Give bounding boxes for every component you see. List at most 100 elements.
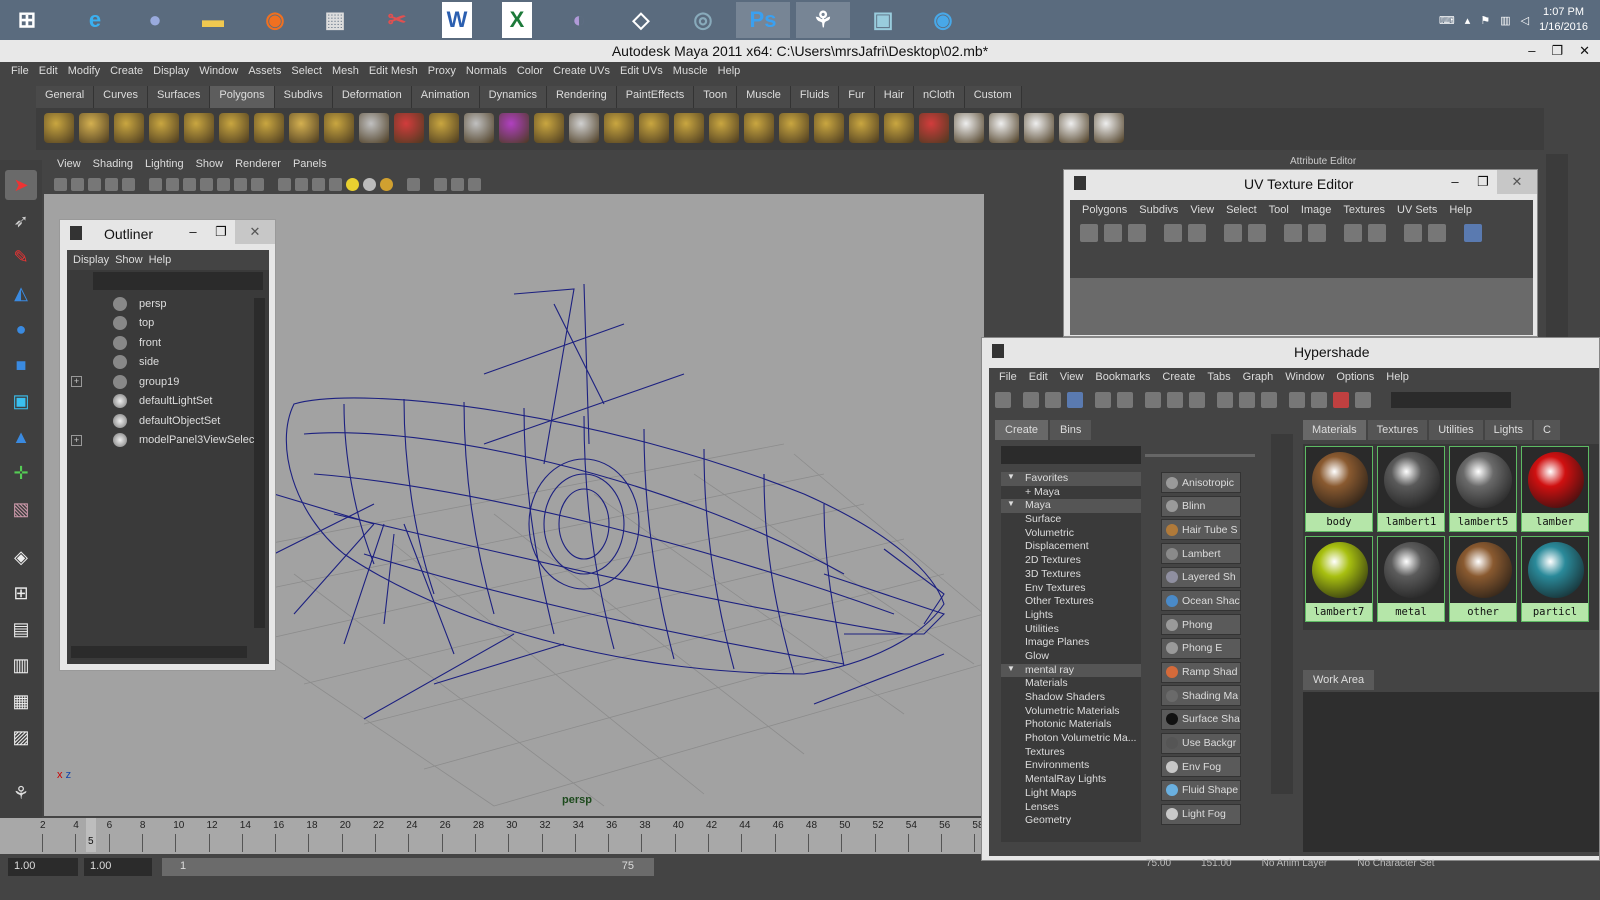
time-slider[interactable]: 2 4 6 8 10 12 14 16 18 20 22 24 26 28 30 32 34 36 38 40 42 44… <box>0 818 984 854</box>
create-tree-item[interactable]: Light Maps <box>1001 787 1141 801</box>
hs-rearrange-icon[interactable] <box>1145 392 1161 408</box>
create-tree-item[interactable]: Other Textures <box>1001 595 1141 609</box>
current-time-marker[interactable]: 5 <box>86 818 96 852</box>
create-tree-item[interactable]: Photonic Materials <box>1001 718 1141 732</box>
menu-create[interactable]: Create <box>105 62 148 82</box>
shelf-tool-10-icon[interactable] <box>359 113 389 143</box>
shelf-tool-4-icon[interactable] <box>149 113 179 143</box>
isolate-select-icon[interactable] <box>407 177 420 191</box>
four-view-layout-icon[interactable]: ⊞ <box>5 578 37 608</box>
rotate-tool-icon[interactable]: ● <box>5 314 37 344</box>
maximize-button[interactable]: ❐ <box>1551 40 1563 62</box>
hs-menu-options[interactable]: Options <box>1330 371 1380 383</box>
outliner-vertical-scrollbar[interactable] <box>254 298 265 628</box>
hs-top-tabs-icon[interactable] <box>1023 392 1039 408</box>
shelf-tool-19-icon[interactable] <box>674 113 704 143</box>
dopesheet-layout-icon[interactable]: ▨ <box>5 722 37 752</box>
flag-icon[interactable]: ⚑ <box>1480 14 1490 27</box>
hs-menu-file[interactable]: File <box>993 371 1023 383</box>
shelf-tool-15-icon[interactable] <box>534 113 564 143</box>
create-tree-item[interactable]: Volumetric <box>1001 527 1141 541</box>
uv-snapshot-icon[interactable] <box>1404 224 1422 242</box>
create-tree-item[interactable]: Lights <box>1001 609 1141 623</box>
single-perspective-layout-icon[interactable]: ◈ <box>5 542 37 572</box>
outliner-persp-layout-icon[interactable]: ▤ <box>5 614 37 644</box>
work-area-tab[interactable]: Work Area <box>1303 670 1375 690</box>
uv-move-icon[interactable] <box>1104 224 1122 242</box>
uv-editor-close-button[interactable]: ✕ <box>1497 170 1537 194</box>
outliner-menu-show[interactable]: Show <box>115 254 143 266</box>
volume-icon[interactable]: ◁ <box>1521 14 1529 27</box>
hypershade-title-bar[interactable]: Hypershade <box>982 338 1599 366</box>
create-tree-item[interactable]: Textures <box>1001 746 1141 760</box>
shelf-tab-custom[interactable]: Custom <box>964 86 1022 108</box>
material-swatch-other[interactable]: other <box>1449 536 1517 622</box>
create-tree-item[interactable]: Surface <box>1001 513 1141 527</box>
firefox-icon[interactable]: ◉ <box>248 2 302 38</box>
hs-menu-view[interactable]: View <box>1054 371 1090 383</box>
material-swatch-lambert7[interactable]: lambert7 <box>1305 536 1373 622</box>
outliner-item-modelPanel3ViewSelect[interactable]: + modelPanel3ViewSelect <box>67 431 269 451</box>
hs-tab-create[interactable]: Create <box>995 420 1049 440</box>
shelf-tool-30-icon[interactable] <box>1059 113 1089 143</box>
uv-align-v-icon[interactable] <box>1368 224 1386 242</box>
shelf-tool-27-icon[interactable] <box>954 113 984 143</box>
photoshop-icon[interactable]: Ps <box>736 2 790 38</box>
field-chart-icon[interactable] <box>217 177 230 191</box>
uv-menu-help[interactable]: Help <box>1443 204 1478 216</box>
shelf-tool-14-icon[interactable] <box>499 113 529 143</box>
uv-menu-view[interactable]: View <box>1184 204 1220 216</box>
outliner-menu-display[interactable]: Display <box>73 254 109 266</box>
viewport-menu-lighting[interactable]: Lighting <box>140 156 189 174</box>
uv-grid-icon[interactable] <box>1308 224 1326 242</box>
shelf-tool-21-icon[interactable] <box>744 113 774 143</box>
all-lights-icon[interactable] <box>363 177 376 191</box>
shelf-tab-hair[interactable]: Hair <box>874 86 914 108</box>
shelf-tab-ncloth[interactable]: nCloth <box>913 86 965 108</box>
shelf-tool-28-icon[interactable] <box>989 113 1019 143</box>
work-area[interactable] <box>1303 692 1599 852</box>
uv-menu-image[interactable]: Image <box>1295 204 1338 216</box>
create-tree-item[interactable]: Volumetric Materials <box>1001 705 1141 719</box>
windows-start-icon[interactable]: ⊞ <box>0 2 54 38</box>
outliner-item-group19[interactable]: + group19 <box>67 372 269 392</box>
create-node-button[interactable]: Blinn <box>1161 495 1241 517</box>
create-tree-item[interactable]: Maya <box>1001 499 1141 514</box>
viewport-menu-shading[interactable]: Shading <box>88 156 138 174</box>
share-icon[interactable] <box>468 177 481 191</box>
uv-lattice-icon[interactable] <box>1128 224 1146 242</box>
hs-icon-size-slider[interactable] <box>1145 454 1255 457</box>
uv-editor-maximize-button[interactable]: ❐ <box>1469 170 1497 194</box>
uv-menu-textures[interactable]: Textures <box>1337 204 1391 216</box>
uv-layout-icon[interactable] <box>1284 224 1302 242</box>
material-swatch-lambert1[interactable]: lambert1 <box>1377 446 1445 532</box>
create-tree-item[interactable]: Utilities <box>1001 623 1141 637</box>
shelf-tab-painteffects[interactable]: PaintEffects <box>616 86 695 108</box>
shelf-tab-deformation[interactable]: Deformation <box>332 86 412 108</box>
create-tree-item[interactable]: MentalRay Lights <box>1001 773 1141 787</box>
hs-input-connections-icon[interactable] <box>1217 392 1233 408</box>
xray-joints-icon[interactable] <box>451 177 464 191</box>
create-tree-item[interactable]: Shadow Shaders <box>1001 691 1141 705</box>
create-node-button[interactable]: Phong E <box>1161 637 1241 659</box>
create-tree-item[interactable]: Lenses <box>1001 801 1141 815</box>
attribute-channel-strip[interactable] <box>1546 154 1568 354</box>
camera-attributes-icon[interactable] <box>71 177 84 191</box>
shelf-tab-animation[interactable]: Animation <box>411 86 480 108</box>
create-tree-item[interactable]: Environments <box>1001 759 1141 773</box>
paint-select-tool-icon[interactable]: ✎ <box>5 242 37 272</box>
create-node-button[interactable]: Fluid Shape <box>1161 779 1241 801</box>
menu-assets[interactable]: Assets <box>243 62 286 82</box>
wireframe-icon[interactable] <box>278 177 291 191</box>
network-icon[interactable]: ▥ <box>1500 14 1510 27</box>
resolution-gate-icon[interactable] <box>183 177 196 191</box>
outliner-item-persp[interactable]: persp <box>67 294 269 314</box>
shelf-tool-9-icon[interactable] <box>324 113 354 143</box>
shelf-tab-general[interactable]: General <box>36 86 95 108</box>
last-tool-icon[interactable]: ▧ <box>5 494 37 524</box>
shelf-tool-31-icon[interactable] <box>1094 113 1124 143</box>
expand-icon[interactable]: + <box>71 376 82 388</box>
photo-viewer-icon[interactable]: ▣ <box>856 2 910 38</box>
shelf-tool-7-icon[interactable] <box>254 113 284 143</box>
outliner-horizontal-scrollbar[interactable] <box>71 646 247 658</box>
